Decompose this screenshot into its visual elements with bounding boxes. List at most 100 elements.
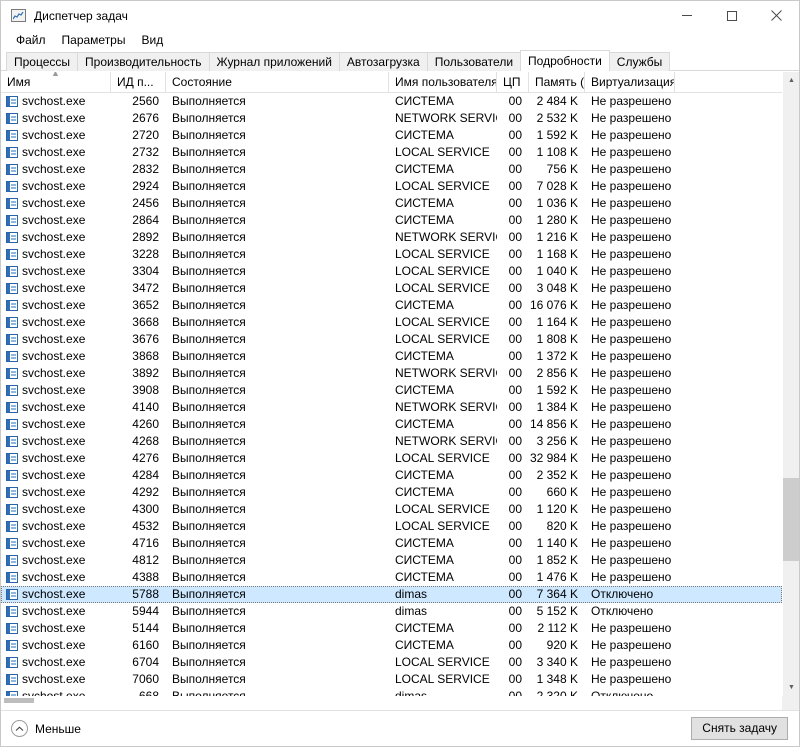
table-row[interactable]: svchost.exe 4140 Выполняется NETWORK SERVIC… bbox=[1, 399, 782, 416]
table-row[interactable]: svchost.exe 3304 Выполняется LOCAL SERVICE 0… bbox=[1, 263, 782, 280]
table-row[interactable]: svchost.exe 4532 Выполняется LOCAL SERVICE 0… bbox=[1, 518, 782, 535]
close-button[interactable] bbox=[754, 1, 799, 30]
cell-memory: 1 592 K bbox=[536, 128, 578, 142]
column-header-cpu[interactable]: ЦП bbox=[497, 72, 529, 92]
table-row[interactable]: svchost.exe 3892 Выполняется NETWORK SERVIC… bbox=[1, 365, 782, 382]
cell-cpu: 00 bbox=[508, 451, 522, 465]
process-exe-icon bbox=[6, 470, 18, 481]
cell-virtualization: Не разрешено bbox=[591, 536, 672, 550]
horizontal-scrollbar[interactable] bbox=[1, 696, 782, 710]
process-name-label: svchost.exe bbox=[22, 519, 86, 533]
cell-username: LOCAL SERVICE bbox=[395, 315, 490, 329]
cell-cpu: 00 bbox=[508, 485, 522, 499]
fewer-details-button[interactable]: Меньше bbox=[11, 720, 81, 737]
horizontal-scrollbar-thumb[interactable] bbox=[4, 698, 34, 703]
column-header-memory[interactable]: Память (а... bbox=[529, 72, 585, 92]
cell-status: Выполняется bbox=[172, 434, 246, 448]
cell-cpu: 00 bbox=[508, 264, 522, 278]
table-row[interactable]: svchost.exe 4812 Выполняется СИСТЕМА 00 1 852… bbox=[1, 552, 782, 569]
cell-virtualization: Отключено bbox=[591, 587, 654, 601]
table-row[interactable]: svchost.exe 5944 Выполняется dimas 00 5 152 K… bbox=[1, 603, 782, 620]
menu-item-options[interactable]: Параметры bbox=[55, 31, 135, 50]
cell-virtualization: Не разрешено bbox=[591, 468, 672, 482]
cell-cpu: 00 bbox=[508, 128, 522, 142]
cell-memory: 1 372 K bbox=[536, 349, 578, 363]
cell-memory: 1 476 K bbox=[536, 570, 578, 584]
table-row[interactable]: svchost.exe 2864 Выполняется СИСТЕМА 00 1 280… bbox=[1, 212, 782, 229]
process-name-label: svchost.exe bbox=[22, 621, 86, 635]
process-name-label: svchost.exe bbox=[22, 451, 86, 465]
table-row[interactable]: svchost.exe 4388 Выполняется СИСТЕМА 00 1 476… bbox=[1, 569, 782, 586]
table-row[interactable]: svchost.exe 3676 Выполняется LOCAL SERVICE 0… bbox=[1, 331, 782, 348]
tab-details[interactable]: Подробности bbox=[520, 50, 610, 71]
tab-startup[interactable]: Автозагрузка bbox=[338, 52, 428, 71]
maximize-button[interactable] bbox=[709, 1, 754, 30]
table-row[interactable]: svchost.exe 4284 Выполняется СИСТЕМА 00 2 352… bbox=[1, 467, 782, 484]
table-row[interactable]: svchost.exe 5144 Выполняется СИСТЕМА 00 2 112… bbox=[1, 620, 782, 637]
cell-memory: 660 K bbox=[546, 485, 578, 499]
tab-services[interactable]: Службы bbox=[608, 52, 671, 71]
menu-item-view[interactable]: Вид bbox=[134, 31, 172, 50]
column-header-virtualization[interactable]: Виртуализация U... bbox=[585, 72, 675, 92]
table-row[interactable]: svchost.exe 5788 Выполняется dimas 00 7 364 K… bbox=[1, 586, 782, 603]
table-row[interactable]: svchost.exe 3908 Выполняется СИСТЕМА 00 1 592… bbox=[1, 382, 782, 399]
table-row[interactable]: svchost.exe 4260 Выполняется СИСТЕМА 00 14 85… bbox=[1, 416, 782, 433]
cell-cpu: 00 bbox=[508, 230, 522, 244]
menu-bar: Файл Параметры Вид bbox=[1, 30, 799, 51]
cell-name: svchost.exe bbox=[1, 467, 111, 484]
end-task-button[interactable]: Снять задачу bbox=[691, 717, 788, 740]
cell-memory: 820 K bbox=[546, 519, 578, 533]
table-row[interactable]: svchost.exe 7060 Выполняется LOCAL SERVICE 0… bbox=[1, 671, 782, 688]
cell-name: svchost.exe bbox=[1, 654, 111, 671]
table-row[interactable]: svchost.exe 4300 Выполняется LOCAL SERVICE 0… bbox=[1, 501, 782, 518]
column-header-name[interactable]: Имя ▲ bbox=[1, 72, 111, 92]
table-row[interactable]: svchost.exe 4276 Выполняется LOCAL SERVICE 0… bbox=[1, 450, 782, 467]
vertical-scrollbar[interactable]: ▲ ▼ bbox=[782, 72, 799, 696]
table-row[interactable]: svchost.exe 3472 Выполняется LOCAL SERVICE 0… bbox=[1, 280, 782, 297]
tab-processes[interactable]: Процессы bbox=[6, 52, 79, 71]
vertical-scrollbar-thumb[interactable] bbox=[783, 478, 799, 561]
cell-cpu: 00 bbox=[508, 315, 522, 329]
table-row[interactable]: svchost.exe 3652 Выполняется СИСТЕМА 00 16 07… bbox=[1, 297, 782, 314]
table-row[interactable]: svchost.exe 2832 Выполняется СИСТЕМА 00 756 K… bbox=[1, 161, 782, 178]
table-row[interactable]: svchost.exe 2676 Выполняется NETWORK SERVIC… bbox=[1, 110, 782, 127]
cell-memory: 1 216 K bbox=[536, 230, 578, 244]
table-row[interactable]: svchost.exe 4716 Выполняется СИСТЕМА 00 1 140… bbox=[1, 535, 782, 552]
cell-pid: 5944 bbox=[132, 604, 159, 618]
table-row[interactable]: svchost.exe 668 Выполняется dimas 00 2 320 K О… bbox=[1, 688, 782, 696]
scroll-up-arrow-icon[interactable]: ▲ bbox=[783, 72, 799, 89]
column-header-pid[interactable]: ИД п... bbox=[111, 72, 166, 92]
table-row[interactable]: svchost.exe 6704 Выполняется LOCAL SERVICE 0… bbox=[1, 654, 782, 671]
table-row[interactable]: svchost.exe 3228 Выполняется LOCAL SERVICE 0… bbox=[1, 246, 782, 263]
cell-memory: 2 352 K bbox=[536, 468, 578, 482]
cell-memory: 3 256 K bbox=[536, 434, 578, 448]
process-name-label: svchost.exe bbox=[22, 417, 86, 431]
cell-virtualization: Не разрешено bbox=[591, 570, 672, 584]
process-name-label: svchost.exe bbox=[22, 196, 86, 210]
table-row[interactable]: svchost.exe 2924 Выполняется LOCAL SERVICE 0… bbox=[1, 178, 782, 195]
table-row[interactable]: svchost.exe 2456 Выполняется СИСТЕМА 00 1 036… bbox=[1, 195, 782, 212]
table-row[interactable]: svchost.exe 6160 Выполняется СИСТЕМА 00 920 K… bbox=[1, 637, 782, 654]
process-exe-icon bbox=[6, 504, 18, 515]
column-header-username[interactable]: Имя пользователя bbox=[389, 72, 497, 92]
tab-users[interactable]: Пользователи bbox=[426, 52, 522, 71]
table-row[interactable]: svchost.exe 3668 Выполняется LOCAL SERVICE 0… bbox=[1, 314, 782, 331]
cell-username: СИСТЕМА bbox=[395, 536, 454, 550]
cell-username: СИСТЕМА bbox=[395, 417, 454, 431]
tab-performance[interactable]: Производительность bbox=[77, 52, 210, 71]
menu-item-file[interactable]: Файл bbox=[9, 31, 55, 50]
process-exe-icon bbox=[6, 555, 18, 566]
column-header-status[interactable]: Состояние bbox=[166, 72, 389, 92]
table-row[interactable]: svchost.exe 2560 Выполняется СИСТЕМА 00 2 484… bbox=[1, 93, 782, 110]
table-row[interactable]: svchost.exe 2892 Выполняется NETWORK SERVIC… bbox=[1, 229, 782, 246]
table-row[interactable]: svchost.exe 2720 Выполняется СИСТЕМА 00 1 592… bbox=[1, 127, 782, 144]
table-row[interactable]: svchost.exe 4268 Выполняется NETWORK SERVIC… bbox=[1, 433, 782, 450]
minimize-button[interactable] bbox=[664, 1, 709, 30]
table-row[interactable]: svchost.exe 2732 Выполняется LOCAL SERVICE 0… bbox=[1, 144, 782, 161]
table-row[interactable]: svchost.exe 4292 Выполняется СИСТЕМА 00 660 K… bbox=[1, 484, 782, 501]
scroll-down-arrow-icon[interactable]: ▼ bbox=[783, 679, 799, 696]
tab-app-history[interactable]: Журнал приложений bbox=[208, 52, 340, 71]
table-row[interactable]: svchost.exe 3868 Выполняется СИСТЕМА 00 1 372… bbox=[1, 348, 782, 365]
cell-username: dimas bbox=[395, 689, 428, 696]
cell-virtualization: Отключено bbox=[591, 689, 654, 696]
